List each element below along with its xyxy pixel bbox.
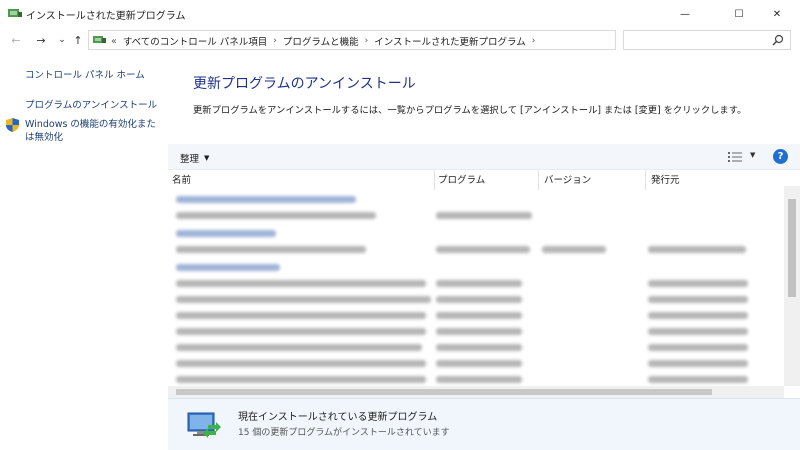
breadcrumb-separator[interactable]: › bbox=[365, 36, 369, 46]
up-button[interactable]: ↑ bbox=[70, 32, 86, 48]
search-input[interactable] bbox=[623, 30, 791, 50]
page-title: 更新プログラムのアンインストール bbox=[193, 76, 416, 92]
recent-locations-button[interactable]: ⌄ bbox=[54, 32, 70, 48]
table-row[interactable] bbox=[168, 276, 784, 292]
table-row[interactable] bbox=[168, 242, 784, 258]
windows-features-link[interactable]: Windows の機能の有効化または無効化 bbox=[25, 118, 165, 144]
organize-button[interactable]: 整理 ▼ bbox=[180, 151, 209, 165]
breadcrumb-item-programs[interactable]: プログラムと機能 bbox=[283, 34, 359, 48]
control-panel-icon bbox=[8, 9, 22, 17]
breadcrumb-item-installed-updates[interactable]: インストールされた更新プログラム bbox=[374, 34, 526, 48]
view-details-icon[interactable] bbox=[728, 152, 742, 162]
title-bar: インストールされた更新プログラム — ☐ ✕ bbox=[0, 0, 800, 28]
uninstall-program-link[interactable]: プログラムのアンインストール bbox=[25, 97, 157, 111]
column-divider[interactable] bbox=[538, 170, 539, 190]
close-button[interactable]: ✕ bbox=[754, 0, 800, 28]
address-bar[interactable]: « すべてのコントロール パネル項目 › プログラムと機能 › インストールされ… bbox=[88, 30, 702, 50]
list-group-header[interactable] bbox=[168, 192, 784, 208]
table-row[interactable] bbox=[168, 340, 784, 356]
table-row[interactable] bbox=[168, 324, 784, 340]
vertical-scrollbar-thumb[interactable] bbox=[788, 199, 796, 297]
control-panel-icon bbox=[93, 36, 106, 43]
chevron-down-icon: ▼ bbox=[204, 154, 210, 162]
forward-button[interactable]: → bbox=[33, 32, 49, 48]
minimize-button[interactable]: — bbox=[662, 0, 708, 28]
help-button[interactable]: ? bbox=[773, 149, 788, 164]
installed-updates-icon bbox=[187, 412, 221, 438]
organize-label: 整理 bbox=[180, 154, 200, 165]
updates-list[interactable] bbox=[168, 190, 784, 386]
control-panel-home-link[interactable]: コントロール パネル ホーム bbox=[25, 67, 145, 81]
table-row[interactable] bbox=[168, 208, 784, 224]
column-header-publisher[interactable]: 発行元 bbox=[651, 172, 680, 190]
column-header-program[interactable]: プログラム bbox=[438, 172, 485, 190]
horizontal-scrollbar-thumb[interactable] bbox=[176, 389, 712, 395]
breadcrumb: « すべてのコントロール パネル項目 › プログラムと機能 › インストールされ… bbox=[111, 34, 541, 49]
command-bar: 整理 ▼ ▼ ? bbox=[168, 144, 800, 170]
table-row[interactable] bbox=[168, 372, 784, 386]
breadcrumb-separator[interactable]: › bbox=[273, 36, 277, 46]
view-options-chevron-icon[interactable]: ▼ bbox=[750, 151, 755, 159]
window-title: インストールされた更新プログラム bbox=[26, 11, 186, 22]
back-button[interactable]: ← bbox=[8, 32, 24, 48]
search-icon bbox=[772, 34, 784, 46]
table-row[interactable] bbox=[168, 356, 784, 372]
table-row[interactable] bbox=[168, 308, 784, 324]
details-pane: 現在インストールされている更新プログラム 15 個の更新プログラムがインストール… bbox=[168, 398, 800, 450]
column-header-name[interactable]: 名前 bbox=[172, 172, 191, 190]
uac-shield-icon bbox=[6, 118, 19, 132]
details-title: 現在インストールされている更新プログラム bbox=[238, 412, 438, 423]
list-group-header[interactable] bbox=[168, 226, 784, 242]
column-header-version[interactable]: バージョン bbox=[544, 172, 591, 190]
column-divider[interactable] bbox=[434, 170, 435, 190]
breadcrumb-overflow[interactable]: « bbox=[111, 36, 117, 47]
breadcrumb-item-control-panel[interactable]: すべてのコントロール パネル項目 bbox=[123, 34, 267, 48]
breadcrumb-separator[interactable]: › bbox=[532, 36, 536, 46]
table-row[interactable] bbox=[168, 292, 784, 308]
list-group-header[interactable] bbox=[168, 260, 784, 276]
page-description: 更新プログラムをアンインストールするには、一覧からプログラムを選択して [アンイ… bbox=[193, 105, 747, 116]
details-count: 15 個の更新プログラムがインストールされています bbox=[238, 428, 450, 438]
column-divider[interactable] bbox=[645, 170, 646, 190]
left-pane: コントロール パネル ホーム プログラムのアンインストール Windows の機… bbox=[0, 52, 166, 450]
